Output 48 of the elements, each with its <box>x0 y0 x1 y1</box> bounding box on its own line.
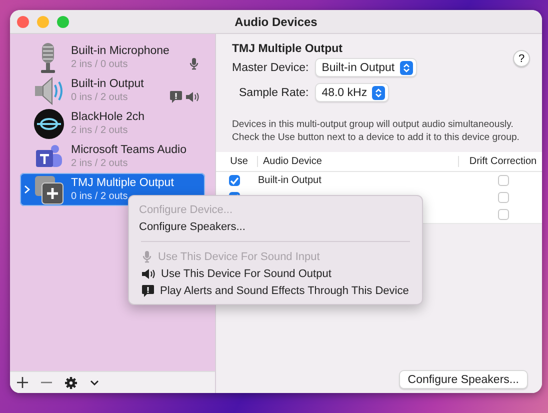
speaker-icon <box>33 74 65 106</box>
menu-item[interactable]: Play Alerts and Sound Effects Through This Device <box>129 282 422 299</box>
zoom-button[interactable] <box>57 16 69 28</box>
description-text: Devices in this multi-output group will output audio simultaneously. Check the Use button next to a device to add it to this device group. <box>232 118 520 144</box>
menu-item[interactable]: Configure Speakers... <box>129 218 422 235</box>
field-label: Master Device: <box>232 62 309 74</box>
help-button[interactable]: ? <box>513 50 530 67</box>
checkbox[interactable] <box>498 192 508 203</box>
popup-button[interactable]: 48.0 kHz <box>314 83 390 102</box>
stepper-arrows-icon <box>375 88 382 98</box>
channel-count: 2 ins / 2 outs <box>71 158 129 169</box>
checkbox[interactable] <box>498 209 508 220</box>
add-icon <box>17 377 28 388</box>
stepper-arrows-icon <box>402 62 410 72</box>
table-cell: Built-in Output <box>258 175 322 186</box>
window-title: Audio Devices <box>234 14 318 28</box>
device-item[interactable]: BlackHole 2ch 2 ins / 2 outs <box>20 107 205 140</box>
device-item[interactable]: Built-in Microphone 2 ins / 0 outs <box>20 41 205 74</box>
settings-icon <box>65 376 77 388</box>
checkbox[interactable] <box>498 175 508 186</box>
add-device-icon <box>33 174 65 206</box>
ring-icon <box>33 108 65 140</box>
menu-item[interactable]: Use This Device For Sound Output <box>129 265 422 282</box>
popup-button[interactable]: Built-in Output <box>314 58 417 77</box>
device-item[interactable]: Built-in Output 0 ins / 2 outs <box>20 74 205 107</box>
device-name: Microsoft Teams Audio <box>71 144 188 156</box>
minimize-button[interactable] <box>37 16 49 28</box>
device-name: Built-in Microphone <box>71 45 170 57</box>
column-header: Use <box>229 156 249 167</box>
channel-count: 2 ins / 2 outs <box>71 125 129 136</box>
device-name: BlackHole 2ch <box>71 111 146 123</box>
group-title: TMJ Multiple Output <box>232 43 343 55</box>
alert-icon <box>142 284 154 296</box>
field-label: Sample Rate: <box>238 86 309 98</box>
device-item[interactable]: Microsoft Teams Audio 2 ins / 2 outs <box>20 140 205 173</box>
configure-speakers-button[interactable]: Configure Speakers... <box>398 370 528 389</box>
column-header: Audio Device <box>257 156 458 167</box>
checkbox[interactable] <box>228 175 240 186</box>
channel-count: 0 ins / 2 outs <box>71 92 129 103</box>
chevron-down-icon <box>90 380 99 386</box>
channel-count: 2 ins / 0 outs <box>71 59 129 70</box>
speaker-icon <box>142 268 155 280</box>
device-name: Built-in Output <box>71 78 145 90</box>
close-button[interactable] <box>17 16 29 28</box>
microphone-icon <box>142 250 152 262</box>
column-header: Drift Correction <box>458 156 542 167</box>
channel-count: 0 ins / 2 outs <box>71 191 129 202</box>
device-name: TMJ Multiple Output <box>71 177 175 189</box>
